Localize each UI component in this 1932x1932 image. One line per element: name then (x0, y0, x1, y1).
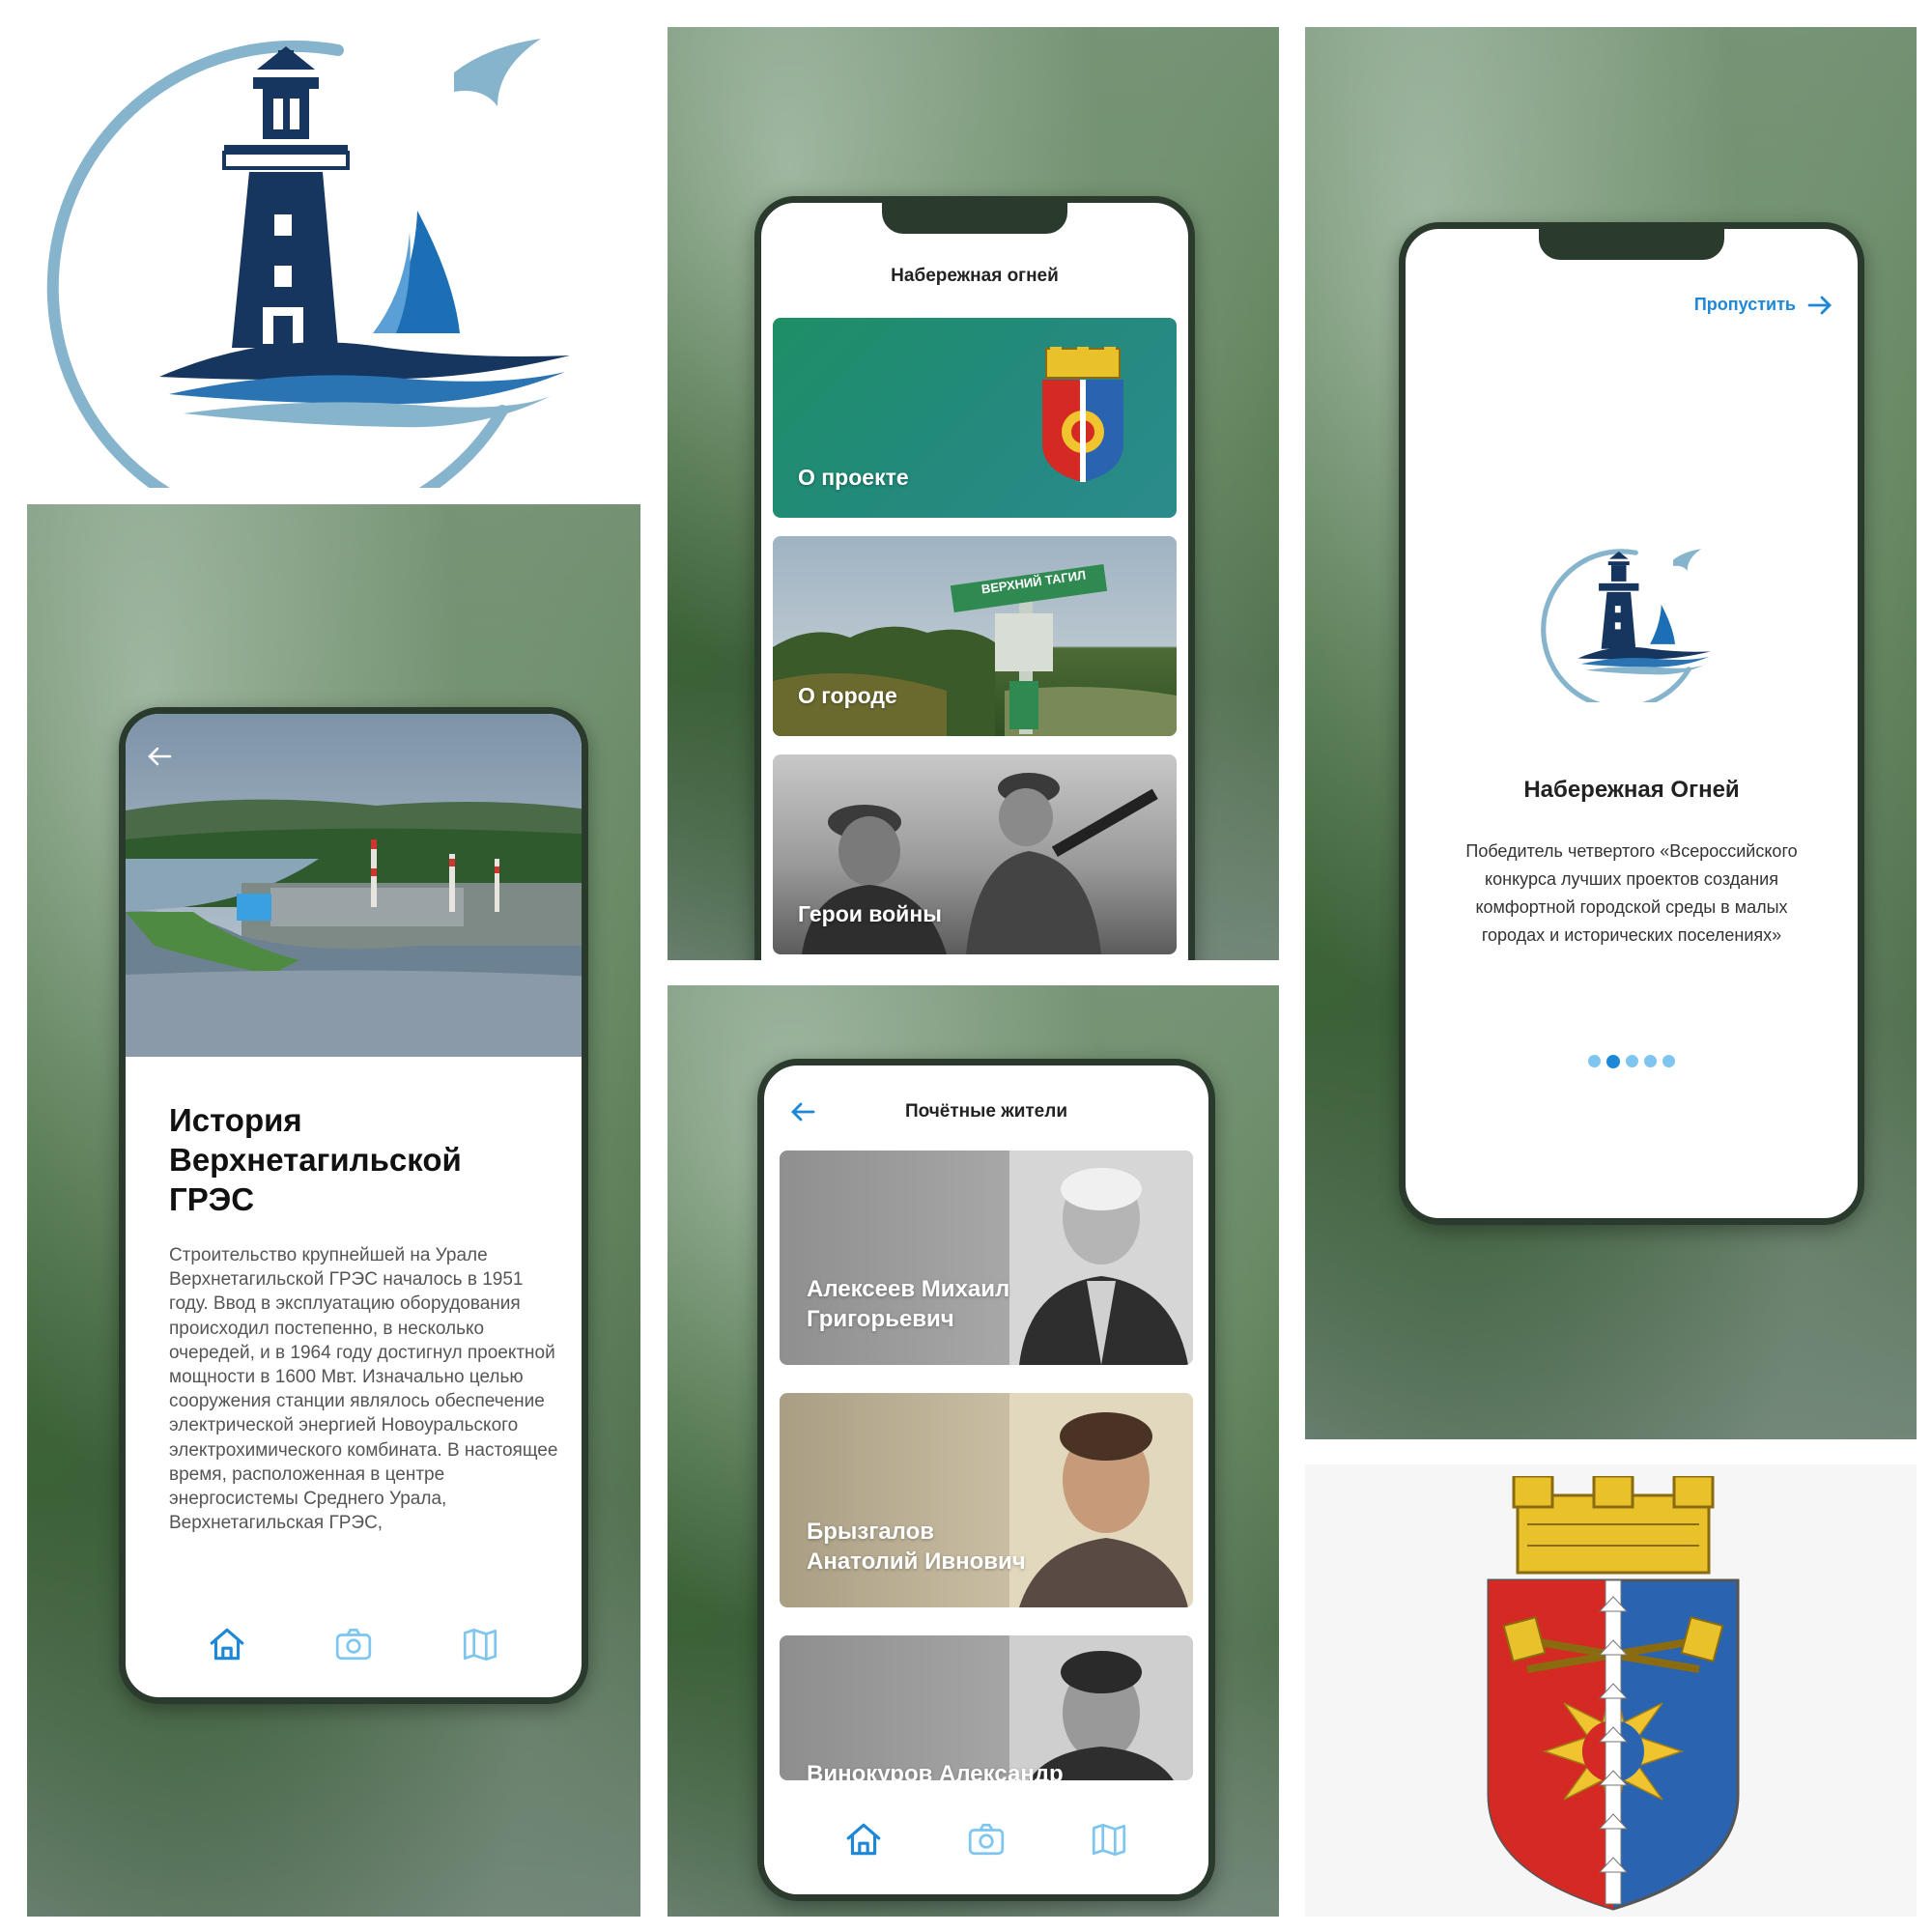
resident-card[interactable]: Брызгалов Анатолий Ивнович (780, 1393, 1193, 1607)
card-war-heroes[interactable]: Герои войны (773, 754, 1177, 954)
bottom-nav (126, 1591, 582, 1697)
camera-icon[interactable] (333, 1624, 374, 1664)
camera-icon[interactable] (966, 1819, 1007, 1860)
resident-card[interactable]: Алексеев Михаил Григорьевич (780, 1151, 1193, 1365)
power-plant-photo (126, 714, 582, 1057)
hero-photo (126, 714, 582, 1057)
lighthouse-logo-icon (46, 39, 570, 488)
map-icon[interactable] (1089, 1819, 1129, 1860)
skip-label: Пропустить (1693, 295, 1796, 314)
phone-frame: Почётные жители Алексеев Михаил Григорье… (757, 1059, 1215, 1901)
page-dot[interactable] (1644, 1055, 1657, 1067)
history-body-text: Строительство крупнейшей на Урале Верхне… (169, 1245, 558, 1534)
lighthouse-logo-panel (0, 0, 657, 488)
resident-name: Брызгалов Анатолий Ивнович (807, 1519, 1026, 1575)
card-label: Герои войны (798, 901, 942, 926)
history-title: История Верхнетагильской ГРЭС (169, 1102, 462, 1217)
map-icon[interactable] (460, 1624, 500, 1664)
page-dot[interactable] (1588, 1055, 1601, 1067)
lighthouse-logo-icon (1541, 549, 1711, 702)
residents-screen-panel: Почётные жители Алексеев Михаил Григорье… (668, 985, 1279, 1917)
card-label: О проекте (798, 465, 909, 490)
onboarding-title: Набережная Огней (1523, 777, 1740, 803)
resident-card[interactable]: Винокуров Александр (780, 1635, 1193, 1780)
phone-notch (882, 203, 1067, 234)
back-arrow-icon[interactable] (147, 747, 172, 766)
coat-of-arms-panel (1305, 1464, 1917, 1917)
onboarding-text: Победитель четвертого «Всероссийского ко… (1465, 841, 1798, 945)
phone-notch (1539, 229, 1724, 260)
card-about-project[interactable]: О проекте (773, 318, 1177, 518)
page-dot[interactable] (1662, 1055, 1675, 1067)
bottom-nav (764, 1784, 1208, 1894)
arrow-right-icon (1807, 296, 1832, 314)
skip-button[interactable]: Пропустить (1694, 295, 1833, 315)
coat-of-arms-icon (1487, 1476, 1740, 1911)
phone-frame: История Верхнетагильской ГРЭС Строительс… (119, 707, 588, 1704)
phone-frame: Набережная огней О проекте ВЕРХНИЙ ТАГИЛ… (754, 196, 1195, 960)
coat-of-arms-icon (1042, 347, 1123, 482)
phone-frame: Пропустить Набережная Огней Победитель ч… (1399, 222, 1864, 1225)
home-icon[interactable] (843, 1819, 884, 1860)
menu-screen-panel: Набережная огней О проекте ВЕРХНИЙ ТАГИЛ… (668, 27, 1279, 960)
card-label: О городе (798, 683, 897, 708)
page-indicator (1406, 1055, 1858, 1068)
resident-name: Винокуров Александр (807, 1761, 1064, 1780)
card-about-city[interactable]: ВЕРХНИЙ ТАГИЛ О городе (773, 536, 1177, 736)
page-dot-active[interactable] (1606, 1055, 1620, 1068)
history-screen-panel: История Верхнетагильской ГРЭС Строительс… (27, 504, 640, 1917)
resident-name: Алексеев Михаил Григорьевич (807, 1276, 1010, 1332)
home-icon[interactable] (207, 1624, 247, 1664)
page-dot[interactable] (1626, 1055, 1638, 1067)
menu-title: Набережная огней (891, 266, 1059, 286)
residents-title: Почётные жители (904, 1101, 1067, 1122)
onboarding-screen-panel: Пропустить Набережная Огней Победитель ч… (1305, 27, 1917, 1439)
